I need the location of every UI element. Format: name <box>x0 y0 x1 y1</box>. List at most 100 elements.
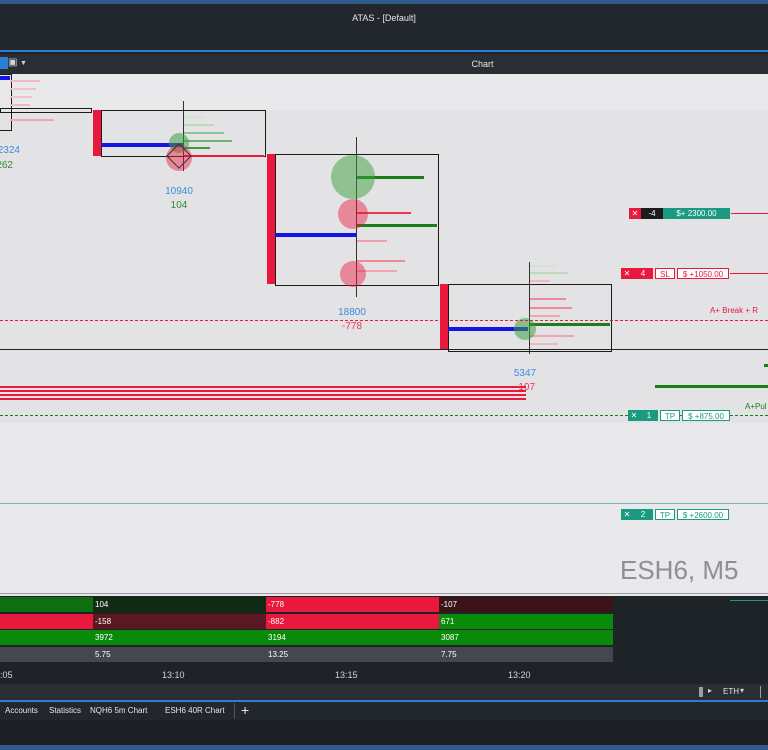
table-cell: -778 <box>266 597 439 612</box>
table-cell: 3194 <box>266 630 439 645</box>
take-profit-tag[interactable]: TP <box>660 410 680 421</box>
ask-volume-bar <box>530 323 610 326</box>
ask-volume-bar <box>530 272 568 274</box>
table-cell <box>0 647 93 662</box>
table-cell: -107 <box>439 597 613 612</box>
ask-volume-bar <box>655 385 768 388</box>
volume-cluster-circle <box>514 318 536 340</box>
volume-cluster-circle <box>331 155 375 199</box>
table-cell: 104 <box>93 597 266 612</box>
candle-volume-label: 2324 <box>0 145 20 156</box>
cancel-order-icon[interactable]: ✕ <box>629 208 641 219</box>
tab-divider <box>234 703 235 719</box>
chart-bottom-separator <box>0 593 768 594</box>
order-pnl[interactable]: $+ 2300.00 <box>663 208 730 219</box>
candle-body-red <box>267 154 275 284</box>
cancel-order-icon[interactable]: ✕ <box>628 410 640 421</box>
ask-volume-bar <box>184 124 214 126</box>
order-qty: 2 <box>633 509 653 520</box>
tab-accounts[interactable]: Accounts <box>5 706 38 715</box>
bid-volume-bar <box>530 280 550 282</box>
time-axis-tick: 13:20 <box>508 670 531 680</box>
table-cell <box>0 630 93 645</box>
bid-volume-bar <box>184 155 264 157</box>
instrument-watermark: ESH6, M5 <box>620 555 739 585</box>
bid-volume-bar <box>10 88 36 90</box>
bid-volume-bar <box>530 343 558 345</box>
table-cell: 3087 <box>439 630 613 645</box>
ask-volume-bar <box>357 224 437 227</box>
stop-loss-tag[interactable]: SL <box>655 268 675 279</box>
order-qty: 1 <box>640 410 658 421</box>
order-line <box>731 213 768 214</box>
limit-order-bar <box>0 386 526 388</box>
bid-volume-bar <box>530 315 560 317</box>
tab-esh6-40r-chart[interactable]: ESH6 40R Chart <box>165 706 225 715</box>
window-bottom-strip <box>0 745 768 750</box>
play-icon[interactable]: ▸ <box>708 686 712 695</box>
limit-order-bar <box>0 398 526 400</box>
time-axis-tick: 13:10 <box>162 670 185 680</box>
order-line <box>730 273 768 274</box>
bid-volume-bar <box>10 96 32 98</box>
poc-bar <box>0 76 10 80</box>
time-axis-tick: :05 <box>0 670 13 680</box>
window-title: ATAS - [Default] <box>352 13 416 23</box>
table-cell <box>0 614 93 629</box>
bid-volume-bar <box>10 119 54 121</box>
bid-volume-bar <box>530 307 572 309</box>
candle-body-red <box>93 110 101 156</box>
price-level-box <box>0 108 92 113</box>
bid-volume-bar <box>10 80 40 82</box>
ask-volume-bar <box>184 140 232 142</box>
candle-body-red <box>440 284 448 350</box>
volume-cluster-circle <box>338 199 368 229</box>
tab-nqh6-5m-chart[interactable]: NQH6 5m Chart <box>90 706 147 715</box>
title-bar <box>0 4 768 52</box>
cancel-order-icon[interactable]: ✕ <box>621 509 633 520</box>
candle-volume-label: 5347 <box>513 368 537 379</box>
table-cell <box>0 597 93 612</box>
table-cell: 5.75 <box>93 647 266 662</box>
order-pnl[interactable]: $ +2600.00 <box>677 509 729 520</box>
table-cell: 3972 <box>93 630 266 645</box>
candle-volume-label: 18800 <box>338 307 366 318</box>
divider <box>760 686 761 698</box>
order-line <box>730 600 768 601</box>
break-level-line[interactable] <box>0 320 768 321</box>
order-qty: 4 <box>633 268 653 279</box>
bid-volume-bar <box>357 260 405 262</box>
current-price-line <box>0 349 768 350</box>
scroll-handle[interactable] <box>699 687 703 697</box>
volume-cluster-circle <box>340 261 366 287</box>
order-pnl[interactable]: $ +875.00 <box>682 410 730 421</box>
table-cell: 671 <box>439 614 613 629</box>
tab-statistics[interactable]: Statistics <box>49 706 81 715</box>
candle-volume-label: 10940 <box>165 186 193 197</box>
time-axis-tick: 13:15 <box>335 670 358 680</box>
table-cell: -882 <box>266 614 439 629</box>
table-cell: 13.25 <box>266 647 439 662</box>
chart-panel-title: Chart <box>471 59 494 69</box>
cluster-statistics-table: 104 -778 -107 -158 -882 671 3972 3194 30… <box>0 597 613 663</box>
limit-order-bar <box>0 394 526 396</box>
footprint-candle-box[interactable] <box>0 74 12 131</box>
order-pnl[interactable]: $ +1050.00 <box>677 268 729 279</box>
bid-volume-bar <box>530 335 574 337</box>
footprint-candle-box[interactable] <box>448 284 612 352</box>
tp2-level-line[interactable] <box>0 503 768 504</box>
candle-delta-label: 104 <box>170 200 188 211</box>
candle-delta-label: -778 <box>341 321 362 332</box>
session-selector[interactable]: ETH <box>723 687 739 696</box>
chart-status-bar <box>0 684 768 700</box>
table-cell: -158 <box>93 614 266 629</box>
bid-volume-bar <box>530 298 566 300</box>
title-accent-line <box>0 50 768 52</box>
poc-bar <box>275 233 356 237</box>
cancel-order-icon[interactable]: ✕ <box>621 268 633 279</box>
bid-volume-bar <box>10 104 30 106</box>
time-axis[interactable] <box>0 663 768 684</box>
add-tab-icon[interactable]: + <box>241 702 249 718</box>
chevron-down-icon[interactable]: ▾ <box>740 686 744 695</box>
take-profit-tag[interactable]: TP <box>655 509 675 520</box>
